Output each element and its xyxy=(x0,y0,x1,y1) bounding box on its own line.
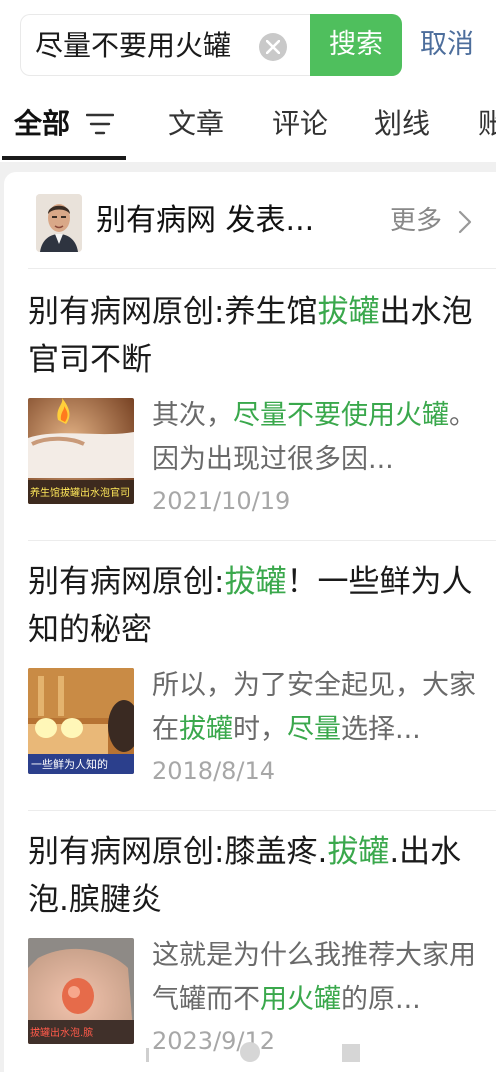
result-title[interactable]: 别有病网原创:养生馆拔罐出水泡官司不断 xyxy=(28,288,488,384)
tab-accounts[interactable]: 账 xyxy=(478,96,496,152)
tab-all-label: 全部 xyxy=(14,107,71,140)
result-date: 2018/8/14 xyxy=(152,757,276,785)
result-thumbnail[interactable]: 拔罐出水泡.膑 xyxy=(28,938,134,1044)
result-snippet[interactable]: 这就是为什么我推荐大家用气罐而不用火罐的原... xyxy=(152,934,490,1022)
thumbnail-caption: 一些鲜为人知的 xyxy=(31,757,108,771)
clear-icon[interactable] xyxy=(259,33,287,61)
tab-comments[interactable]: 评论 xyxy=(272,96,328,152)
result-title[interactable]: 别有病网原创:拔罐！一些鲜为人知的秘密 xyxy=(28,558,488,654)
search-button[interactable]: 搜索 xyxy=(310,14,402,76)
results-card: 别有病网 发表... 更多 别有病网原创:养生馆拔罐出水泡官司不断 养生馆拔罐出… xyxy=(4,172,496,1072)
chevron-right-icon[interactable] xyxy=(458,210,472,234)
avatar[interactable] xyxy=(36,194,82,252)
thumbnail-caption: 养生馆拔罐出水泡官司 xyxy=(30,486,130,499)
cancel-button[interactable]: 取消 xyxy=(420,14,490,76)
result-snippet[interactable]: 所以，为了安全起见，大家在拔罐时，尽量选择... xyxy=(152,664,490,752)
result-snippet[interactable]: 其次，尽量不要使用火罐。因为出现过很多因... xyxy=(152,394,490,482)
source-name[interactable]: 别有病网 发表... xyxy=(96,198,314,244)
result-thumbnail[interactable]: 养生馆拔罐出水泡官司 xyxy=(28,398,134,504)
result-date: 2021/10/19 xyxy=(152,487,291,515)
recents-icon[interactable] xyxy=(342,1044,360,1062)
top-bar: 尽量不要用火罐 搜索 取消 全部 文章 评论 划线 账 xyxy=(0,0,496,162)
home-icon[interactable] xyxy=(240,1042,260,1062)
active-tab-indicator xyxy=(2,156,126,160)
result-item[interactable]: 别有病网原创:养生馆拔罐出水泡官司不断 养生馆拔罐出水泡官司 其次，尽量不要使用… xyxy=(28,288,496,515)
back-icon[interactable] xyxy=(146,1048,167,1062)
filter-icon[interactable] xyxy=(86,113,114,135)
divider xyxy=(28,268,496,269)
tab-all[interactable]: 全部 xyxy=(14,96,70,152)
tab-highlights[interactable]: 划线 xyxy=(374,96,430,152)
divider xyxy=(28,810,496,811)
result-title[interactable]: 别有病网原创:膝盖疼.拔罐.出水泡.膑腱炎 xyxy=(28,828,488,924)
filter-tabs: 全部 文章 评论 划线 账 xyxy=(0,96,496,160)
result-item[interactable]: 别有病网原创:膝盖疼.拔罐.出水泡.膑腱炎 拔罐出水泡.膑 这就是为什么我推荐大… xyxy=(28,828,496,1055)
result-item[interactable]: 别有病网原创:拔罐！一些鲜为人知的秘密 一些鲜为人知的 所以，为了安全起见，大家… xyxy=(28,558,496,785)
search-input[interactable]: 尽量不要用火罐 xyxy=(35,26,257,66)
divider xyxy=(28,540,496,541)
result-thumbnail[interactable]: 一些鲜为人知的 xyxy=(28,668,134,774)
thumbnail-caption: 拔罐出水泡.膑 xyxy=(30,1026,93,1039)
tab-articles[interactable]: 文章 xyxy=(168,96,224,152)
system-nav-bar xyxy=(0,1040,496,1062)
more-link[interactable]: 更多 xyxy=(390,198,442,244)
search-box[interactable]: 尽量不要用火罐 xyxy=(20,14,310,76)
